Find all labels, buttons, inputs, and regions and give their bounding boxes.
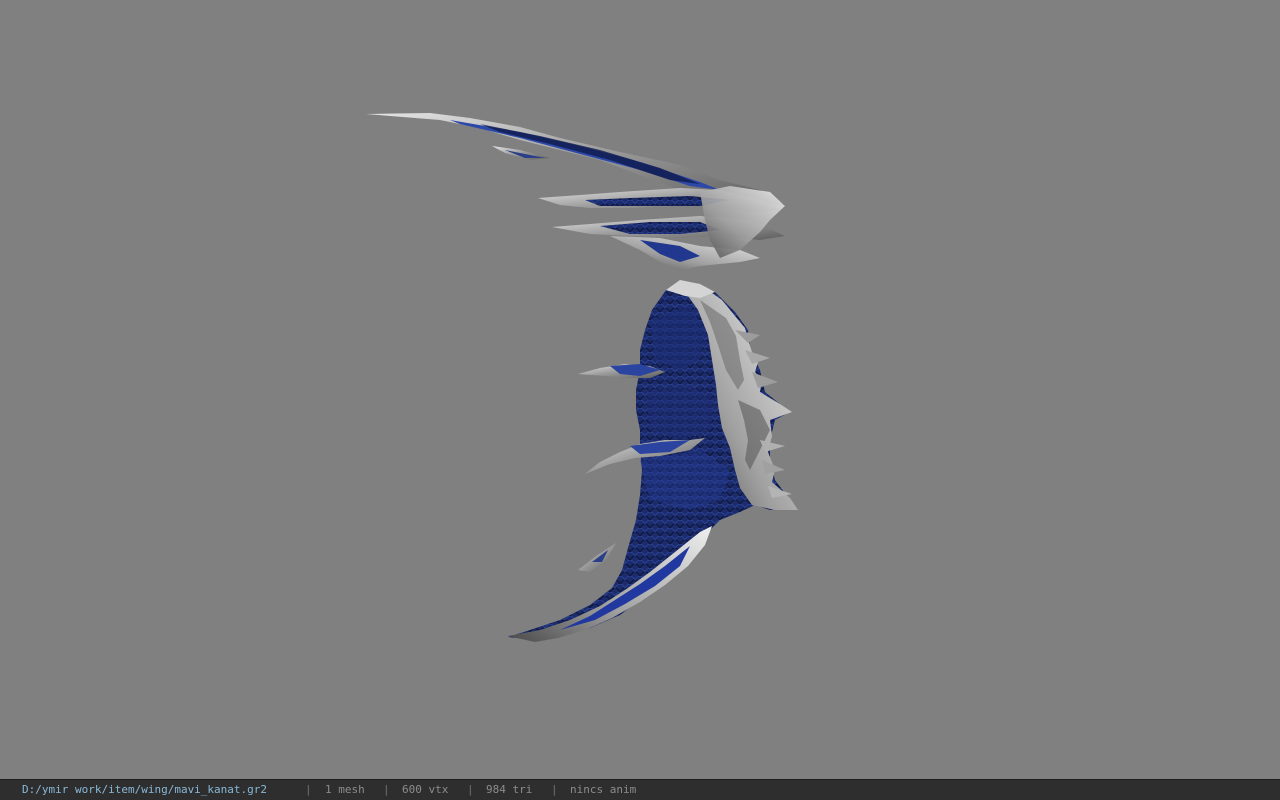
status-bar: D:/ymir work/item/wing/mavi_kanat.gr2 | … [0,779,1280,800]
3d-viewport[interactable] [0,0,1280,779]
separator: | [551,783,558,796]
upper-wing-segment [366,113,785,270]
vertex-count: 600 vtx [402,783,449,796]
triangle-count: 984 tri [486,783,533,796]
separator: | [383,783,390,796]
lower-wing-segment [508,280,798,642]
wing-model [366,113,798,642]
file-path: D:/ymir work/item/wing/mavi_kanat.gr2 [22,783,268,796]
separator: | [305,783,312,796]
separator: | [467,783,474,796]
mesh-count: 1 mesh [325,783,365,796]
animation-status: nincs anim [570,783,637,796]
